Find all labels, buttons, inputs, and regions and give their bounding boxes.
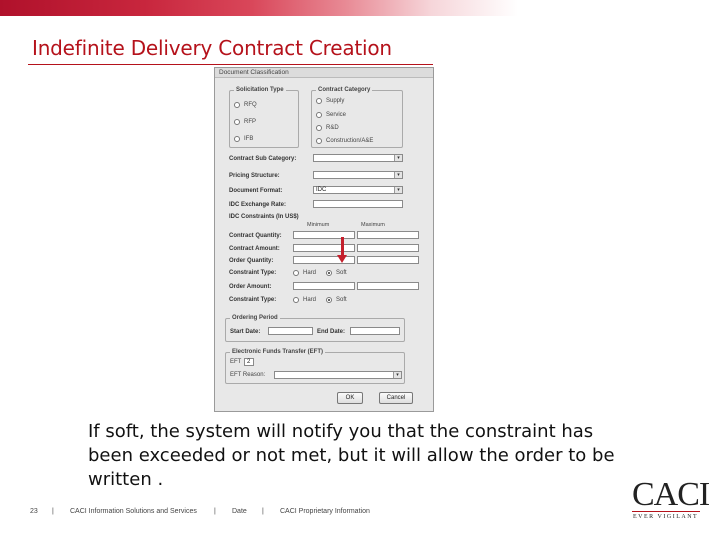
chevron-down-icon[interactable]: ▾ <box>393 372 401 378</box>
solicitation-type-group: Solicitation Type RFQ RFP IFB <box>229 87 299 148</box>
contract-sub-category-select[interactable]: ▾ <box>313 154 403 162</box>
red-arrow-head <box>337 255 347 263</box>
order-amount-min-input[interactable] <box>293 282 355 290</box>
solicitation-type-label: Solicitation Type <box>234 87 286 94</box>
end-date-input[interactable] <box>350 327 400 335</box>
order-quantity-max-input[interactable] <box>357 256 419 264</box>
rfq-label: RFQ <box>244 102 257 108</box>
chevron-down-icon[interactable]: ▾ <box>394 187 402 193</box>
rfq-radio[interactable] <box>234 102 240 108</box>
minimum-column-header: Minimum <box>307 222 330 228</box>
pricing-structure-select[interactable]: ▾ <box>313 171 403 179</box>
constraint-soft-radio-2[interactable] <box>326 297 332 303</box>
rnd-radio[interactable] <box>316 125 322 131</box>
start-date-input[interactable] <box>268 327 313 335</box>
document-classification-dialog: Document Classification Solicitation Typ… <box>214 67 434 412</box>
idc-exchange-rate-label: IDC Exchange Rate: <box>229 202 287 208</box>
footer-separator: | <box>214 508 216 515</box>
constraint-soft-label-1: Soft <box>336 270 347 276</box>
footer-date: Date <box>232 508 247 515</box>
slide-title: Indefinite Delivery Contract Creation <box>32 36 392 60</box>
logo-underline <box>632 511 700 512</box>
idc-constraints-label: IDC Constraints (In US$) <box>229 214 299 220</box>
eft-input[interactable]: 2 <box>244 358 254 366</box>
footer-separator: | <box>52 508 54 515</box>
supply-label: Supply <box>326 98 345 104</box>
rnd-label: R&D <box>326 125 339 131</box>
chevron-down-icon[interactable]: ▾ <box>394 172 402 178</box>
eft-group: Electronic Funds Transfer (EFT) EFT 2 EF… <box>225 349 405 384</box>
constraint-soft-label-2: Soft <box>336 297 347 303</box>
ifb-radio[interactable] <box>234 136 240 142</box>
ordering-period-label: Ordering Period <box>230 315 280 322</box>
page-number: 23 <box>30 508 38 515</box>
construction-label: Construction/A&E <box>326 138 374 144</box>
end-date-label: End Date: <box>317 329 346 335</box>
constraint-hard-radio-2[interactable] <box>293 297 299 303</box>
logo-tagline: EVER VIGILANT <box>633 514 699 520</box>
idc-exchange-rate-input[interactable] <box>313 200 403 208</box>
contract-category-label: Contract Category <box>316 87 373 94</box>
ifb-label: IFB <box>244 136 254 142</box>
top-accent-bar <box>0 0 720 16</box>
title-underline <box>28 64 433 65</box>
contract-quantity-min-input[interactable] <box>293 231 355 239</box>
contract-quantity-max-input[interactable] <box>357 231 419 239</box>
dialog-title: Document Classification <box>215 68 433 78</box>
contract-amount-min-input[interactable] <box>293 244 355 252</box>
contract-amount-label: Contract Amount: <box>229 246 280 252</box>
slide-body-text: If soft, the system will notify you that… <box>88 421 615 490</box>
pricing-structure-label: Pricing Structure: <box>229 173 280 179</box>
footer-separator: | <box>262 508 264 515</box>
eft-group-label: Electronic Funds Transfer (EFT) <box>230 349 326 356</box>
service-label: Service <box>326 112 347 118</box>
supply-radio[interactable] <box>316 98 322 104</box>
ok-button[interactable]: OK <box>337 392 363 404</box>
constraint-soft-radio-1[interactable] <box>326 270 332 276</box>
start-date-label: Start Date: <box>230 329 261 335</box>
maximum-column-header: Maximum <box>361 222 385 228</box>
rfp-radio[interactable] <box>234 119 240 125</box>
contract-amount-max-input[interactable] <box>357 244 419 252</box>
contract-sub-category-label: Contract Sub Category: <box>229 156 297 162</box>
document-format-value: IDC <box>316 187 327 193</box>
constraint-type-label-1: Constraint Type: <box>229 270 277 276</box>
eft-reason-label: EFT Reason: <box>230 372 266 378</box>
eft-field-label: EFT <box>230 359 242 365</box>
red-arrow-shaft <box>341 237 344 257</box>
construction-radio[interactable] <box>316 138 322 144</box>
document-format-select[interactable]: IDC ▾ <box>313 186 403 194</box>
constraint-hard-label-1: Hard <box>303 270 317 276</box>
constraint-type-label-2: Constraint Type: <box>229 297 277 303</box>
order-amount-max-input[interactable] <box>357 282 419 290</box>
eft-value: 2 <box>247 359 251 365</box>
contract-quantity-label: Contract Quantity: <box>229 233 282 239</box>
constraint-hard-label-2: Hard <box>303 297 317 303</box>
cancel-button[interactable]: Cancel <box>379 392 413 404</box>
chevron-down-icon[interactable]: ▾ <box>394 155 402 161</box>
order-quantity-label: Order Quantity: <box>229 258 274 264</box>
caci-logo: CACI <box>632 476 710 513</box>
ordering-period-group: Ordering Period Start Date: End Date: <box>225 315 405 342</box>
constraint-hard-radio-1[interactable] <box>293 270 299 276</box>
document-format-label: Document Format: <box>229 188 283 194</box>
contract-category-group: Contract Category Supply Service R&D Con… <box>311 87 403 148</box>
footer-company: CACI Information Solutions and Services <box>70 508 197 515</box>
order-amount-label: Order Amount: <box>229 284 272 290</box>
eft-reason-select[interactable]: ▾ <box>274 371 402 379</box>
rfp-label: RFP <box>244 119 256 125</box>
footer-proprietary: CACI Proprietary Information <box>280 508 370 515</box>
service-radio[interactable] <box>316 112 322 118</box>
